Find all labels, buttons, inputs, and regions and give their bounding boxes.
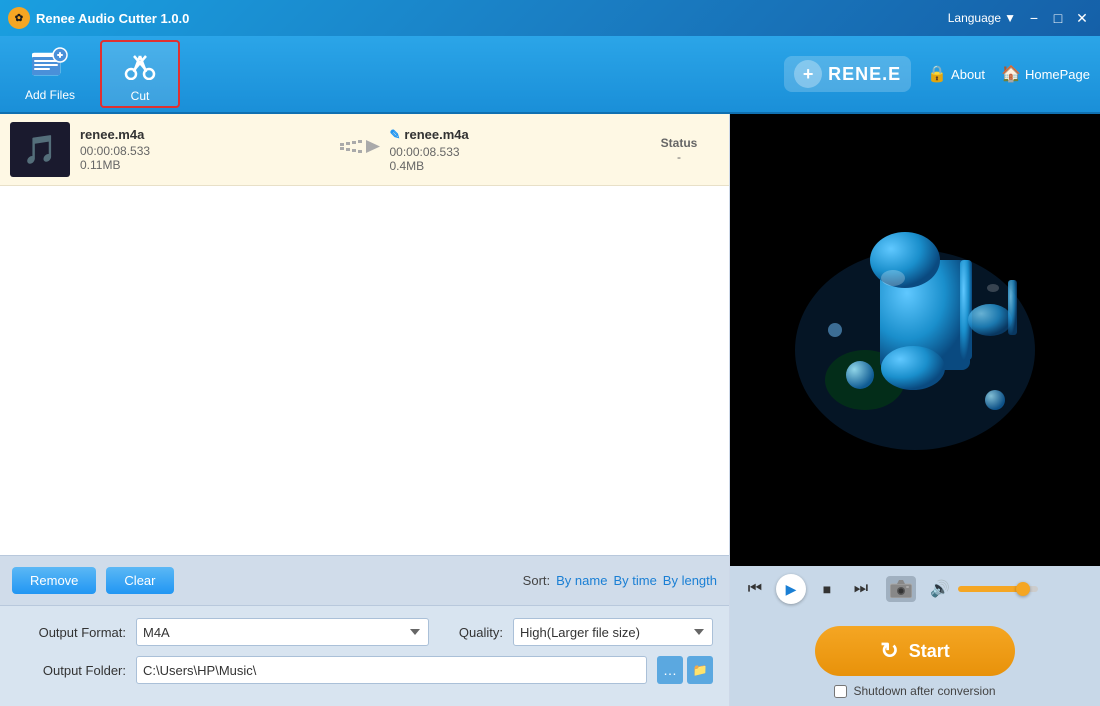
file-list: 🎵 renee.m4a 00:00:08.533 0.11MB xyxy=(0,114,729,555)
folder-label: Output Folder: xyxy=(16,663,126,678)
language-button[interactable]: Language ▼ xyxy=(948,11,1016,25)
file-thumbnail: 🎵 xyxy=(10,122,70,177)
folder-open-button[interactable]: 📁 xyxy=(687,656,713,684)
title-bar-left: ✿ Renee Audio Cutter 1.0.0 xyxy=(8,7,189,29)
sort-area: Sort: By name By time By length xyxy=(523,573,717,588)
status-column: Status - xyxy=(639,136,719,164)
skip-back-button[interactable]: ⏮ xyxy=(742,576,768,602)
add-files-icon xyxy=(32,47,68,84)
title-bar-right: Language ▼ − □ ✕ xyxy=(948,8,1092,28)
music-note-visual xyxy=(765,200,1065,480)
about-button[interactable]: 🔒 About xyxy=(927,64,985,84)
play-button[interactable]: ▶ xyxy=(776,574,806,604)
output-file-info: ✎ renee.m4a 00:00:08.533 0.4MB xyxy=(390,127,640,173)
player-controls: ⏮ ▶ ■ ⏭ 🔊 xyxy=(730,566,1100,612)
rene-plus-icon: + xyxy=(794,60,822,88)
arrow-area xyxy=(330,140,390,160)
left-panel: 🎵 renee.m4a 00:00:08.533 0.11MB xyxy=(0,114,730,706)
output-file-size: 0.4MB xyxy=(390,159,640,173)
camera-icon xyxy=(890,580,912,598)
title-bar: ✿ Renee Audio Cutter 1.0.0 Language ▼ − … xyxy=(0,0,1100,36)
quality-select[interactable]: High(Larger file size) Medium Low xyxy=(513,618,713,646)
camera-button[interactable] xyxy=(886,576,916,602)
shutdown-checkbox[interactable] xyxy=(834,685,847,698)
add-files-button[interactable]: Add Files xyxy=(10,40,90,108)
home-icon: 🏠 xyxy=(1001,64,1021,84)
homepage-button[interactable]: 🏠 HomePage xyxy=(1001,64,1090,84)
source-file-size: 0.11MB xyxy=(80,158,330,172)
start-label: Start xyxy=(909,641,950,662)
folder-input[interactable] xyxy=(136,656,647,684)
cut-icon xyxy=(121,46,159,85)
preview-area xyxy=(730,114,1100,566)
volume-icon: 🔊 xyxy=(930,579,950,599)
minimize-button[interactable]: − xyxy=(1024,8,1044,28)
app-logo: ✿ xyxy=(8,7,30,29)
status-value: - xyxy=(639,150,719,164)
cut-button[interactable]: Cut xyxy=(100,40,180,108)
folder-browse-button[interactable]: … xyxy=(657,656,683,684)
cut-label: Cut xyxy=(131,89,150,103)
add-files-label: Add Files xyxy=(25,88,75,102)
folder-buttons: … 📁 xyxy=(657,656,713,684)
sort-label: Sort: xyxy=(523,573,550,588)
skip-forward-button[interactable]: ⏭ xyxy=(848,576,874,602)
volume-slider[interactable] xyxy=(958,586,1038,592)
start-button[interactable]: ↻ Start xyxy=(815,626,1015,676)
top-right-area: + RENE.E 🔒 About 🏠 HomePage xyxy=(784,56,1090,92)
output-file-time: 00:00:08.533 xyxy=(390,145,640,159)
source-file-name: renee.m4a xyxy=(80,127,330,142)
settings-panel: Output Format: M4A MP3 WAV AAC OGG FLAC … xyxy=(0,605,729,706)
right-panel: ⏮ ▶ ■ ⏭ 🔊 ↻ Sta xyxy=(730,114,1100,706)
clear-button[interactable]: Clear xyxy=(106,567,173,594)
quality-label: Quality: xyxy=(459,625,503,640)
music-preview xyxy=(730,114,1100,566)
main-toolbar: Add Files Cut + RENE.E 🔒 About 🏠 HomePag… xyxy=(0,36,1100,114)
shutdown-label: Shutdown after conversion xyxy=(853,684,995,698)
format-select[interactable]: M4A MP3 WAV AAC OGG FLAC xyxy=(136,618,429,646)
app-title: Renee Audio Cutter 1.0.0 xyxy=(36,11,189,26)
source-file-time: 00:00:08.533 xyxy=(80,144,330,158)
remove-button[interactable]: Remove xyxy=(12,567,96,594)
rene-logo: + RENE.E xyxy=(784,56,911,92)
output-file-name: ✎ renee.m4a xyxy=(390,127,640,143)
sort-by-time[interactable]: By time xyxy=(613,573,656,588)
table-row: 🎵 renee.m4a 00:00:08.533 0.11MB xyxy=(0,114,729,186)
main-area: 🎵 renee.m4a 00:00:08.533 0.11MB xyxy=(0,114,1100,706)
folder-row: Output Folder: … 📁 xyxy=(16,656,713,684)
sort-by-name[interactable]: By name xyxy=(556,573,607,588)
lock-icon: 🔒 xyxy=(927,64,947,84)
shutdown-row: Shutdown after conversion xyxy=(834,684,995,698)
bottom-bar: Remove Clear Sort: By name By time By le… xyxy=(0,555,729,605)
arrow-icon xyxy=(340,140,380,160)
stop-button[interactable]: ■ xyxy=(814,576,840,602)
start-area: ↻ Start Shutdown after conversion xyxy=(730,612,1100,706)
format-label: Output Format: xyxy=(16,625,126,640)
refresh-icon: ↻ xyxy=(880,638,898,664)
volume-thumb xyxy=(1016,582,1030,596)
rene-brand-text: RENE.E xyxy=(828,64,901,85)
close-button[interactable]: ✕ xyxy=(1072,8,1092,28)
status-label: Status xyxy=(639,136,719,150)
maximize-button[interactable]: □ xyxy=(1048,8,1068,28)
source-file-info: renee.m4a 00:00:08.533 0.11MB xyxy=(80,127,330,172)
window-controls: − □ ✕ xyxy=(1024,8,1092,28)
format-row: Output Format: M4A MP3 WAV AAC OGG FLAC … xyxy=(16,618,713,646)
sort-by-length[interactable]: By length xyxy=(663,573,717,588)
